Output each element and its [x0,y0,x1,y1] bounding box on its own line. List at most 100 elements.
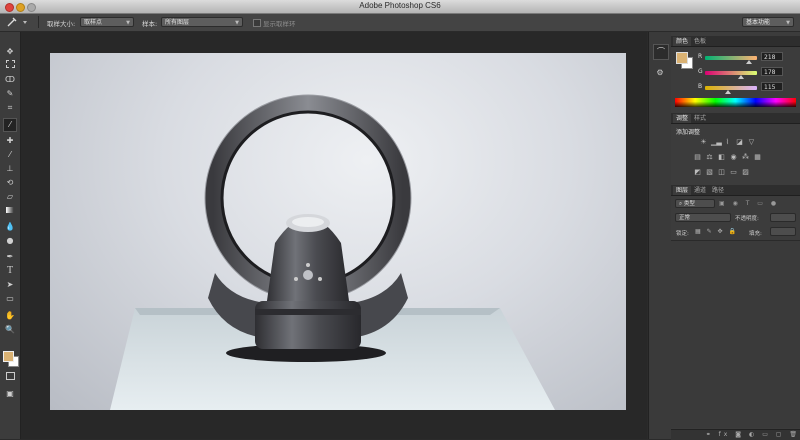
marquee-tool[interactable] [4,60,16,72]
gradient-tool[interactable] [4,205,16,217]
g-value[interactable]: 178 [761,67,783,76]
levels-icon[interactable]: ▁▃ [711,138,722,147]
b-value[interactable]: 115 [761,82,783,91]
show-ring-checkbox[interactable] [253,19,261,27]
black-white-icon[interactable]: ◧ [717,153,726,162]
quick-select-tool[interactable]: ✎ [4,88,16,100]
zoom-tool[interactable]: 🔍 [4,324,16,336]
tab-color[interactable]: 颜色 [673,37,692,46]
crop-tool[interactable]: ⌗ [4,102,16,114]
g-slider[interactable] [705,71,757,75]
mask-icon[interactable]: ◙ [735,431,744,438]
quick-mask-icon [5,372,15,380]
history-brush-tool[interactable]: ⟲ [4,177,16,189]
gradient-icon [6,207,14,213]
sample-size-select[interactable]: 取样点 ▼ [80,17,134,27]
color-fg-swatch[interactable] [676,52,688,64]
color-spectrum-ramp[interactable] [675,98,796,107]
screen-mode-button[interactable]: ▣ [4,388,16,400]
lock-icons[interactable]: ▦ ✎ ✥ 🔒 [695,228,738,235]
type-tool[interactable]: T [4,265,16,277]
folder-icon[interactable]: ▭ [762,431,771,438]
sample-size-label: 取样大小: [47,20,76,28]
tab-layers[interactable]: 图层 [673,186,692,195]
add-adjustment-heading: 添加调整 [676,129,701,136]
new-layer-icon[interactable]: ▢ [776,431,785,438]
brightness-icon[interactable]: ☀ [699,138,708,147]
eraser-tool[interactable]: ▱ [4,191,16,203]
move-tool[interactable]: ✥ [4,46,16,58]
layers-list [671,240,800,428]
tool-panel: ✥ ↀ ✎ ⌗ ⁄ ✚ ⁄ ⊥ ⟲ ▱ 💧 ● ✒ T ➤ ▭ ✋ 🔍 ▣ [0,32,21,439]
stamp-tool[interactable]: ⊥ [4,163,16,175]
search-icon: ⌕ [679,201,683,207]
r-slider-thumb[interactable] [746,60,753,64]
threshold-icon[interactable]: ◫ [717,168,726,177]
posterize-icon[interactable]: ▧ [705,168,714,177]
r-value[interactable]: 218 [761,52,783,61]
healing-icon: ✚ [6,136,14,145]
eyedropper-tool-preset[interactable] [4,16,30,28]
tab-channels[interactable]: 通道 [691,186,709,195]
color-balance-icon[interactable]: ⚖ [705,153,714,162]
link-layers-icon[interactable]: ⚭ [706,431,714,438]
tab-swatches[interactable]: 色板 [691,37,709,46]
blur-tool[interactable]: 💧 [4,221,16,233]
stamp-icon: ⊥ [6,164,14,173]
pen-tool[interactable]: ✒ [4,251,16,263]
fx-icon[interactable]: fx [719,431,731,438]
adjustment-icon[interactable]: ◐ [749,431,757,438]
invert-icon[interactable]: ◩ [693,168,702,177]
tab-styles[interactable]: 样式 [691,114,709,123]
b-slider-thumb[interactable] [725,90,732,94]
product-photo [110,94,555,410]
trash-icon[interactable]: 🗑 [789,431,800,438]
shape-tool[interactable]: ▭ [4,293,16,305]
document-canvas[interactable] [50,53,626,410]
fill-input[interactable] [770,227,796,236]
lasso-tool[interactable]: ↀ [4,74,16,86]
opacity-input[interactable] [770,213,796,222]
eraser-icon: ▱ [6,192,14,201]
type-icon: T [6,265,14,276]
brush-tool[interactable]: ⁄ [4,149,16,161]
curves-icon[interactable]: ⌇ [723,138,732,147]
lasso-icon: ↀ [5,75,15,84]
history-panel-button[interactable]: ⌒ [653,44,669,60]
options-bar: 取样大小: 取样点 ▼ 样本: 所有图层 ▼ 显示取样环 基本功能 ▼ [0,14,800,32]
layer-filter-select[interactable]: ⌕ 类型 [675,199,715,208]
properties-panel-button[interactable]: ⚙ [653,66,667,80]
selective-color-icon[interactable]: ▨ [741,168,750,177]
dodge-tool[interactable]: ● [4,235,16,247]
workspace-select[interactable]: 基本功能 ▼ [742,17,794,27]
shape-icon: ▭ [6,294,14,303]
hue-saturation-icon[interactable]: ▤ [693,153,702,162]
tab-paths[interactable]: 路径 [709,186,727,195]
sample-select[interactable]: 所有图层 ▼ [161,17,243,27]
sample-size-value: 取样点 [84,19,103,26]
hand-tool[interactable]: ✋ [4,310,16,322]
photo-filter-icon[interactable]: ◉ [729,153,738,162]
layers-panel-tabs: 图层 通道 路径 [671,185,800,196]
gradient-map-icon[interactable]: ▭ [729,168,738,177]
tab-adjustments[interactable]: 调整 [673,114,692,123]
channel-mixer-icon[interactable]: ⁂ [741,153,750,162]
eyedropper-tool[interactable]: ⁄ [3,118,17,132]
vibrance-icon[interactable]: ▽ [747,138,756,147]
g-slider-thumb[interactable] [738,75,745,79]
history-brush-icon: ⟲ [6,178,14,187]
path-select-tool[interactable]: ➤ [4,279,16,291]
blend-mode-select[interactable]: 正常 [675,213,731,222]
chevron-down-icon: ▼ [235,20,239,26]
layer-filter-icons[interactable]: ▣ ◉ T ▭ ● [719,200,795,208]
healing-tool[interactable]: ✚ [4,135,16,147]
fill-label: 填充: [749,231,762,237]
opacity-label: 不透明度: [735,216,759,222]
path-select-icon: ➤ [6,280,14,289]
color-lookup-icon[interactable]: ▦ [753,153,762,162]
foreground-color-swatch[interactable] [3,351,14,362]
exposure-icon[interactable]: ◪ [735,138,744,147]
quick-mask-button[interactable] [4,372,16,384]
canvas-area [21,32,647,439]
properties-icon: ⚙ [656,68,664,77]
